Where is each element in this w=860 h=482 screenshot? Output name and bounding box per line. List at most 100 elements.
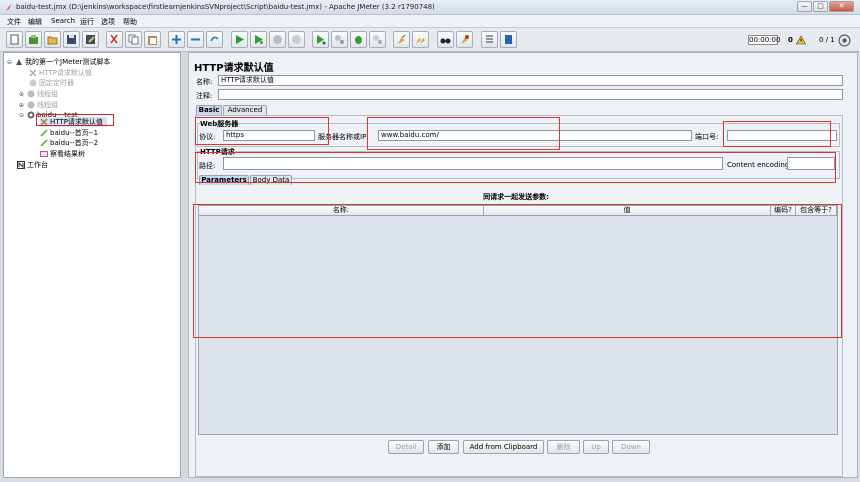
annotation-highlight-parameters — [193, 204, 842, 338]
paste-button[interactable] — [144, 31, 161, 48]
save-as-icon — [86, 35, 95, 44]
tree-expander[interactable]: ⊕ — [19, 91, 25, 98]
tree-node-test-plan[interactable]: ⊖ 我的第一个JMeter测试脚本 — [7, 57, 110, 67]
save-as-button[interactable] — [82, 31, 99, 48]
play-no-pause-icon — [255, 35, 263, 44]
tab-advanced[interactable]: Advanced — [223, 105, 267, 115]
config-icon — [29, 69, 37, 77]
menu-file[interactable]: 文件 — [7, 17, 21, 27]
help-button[interactable] — [500, 31, 517, 48]
tree-node-http-defaults-disabled[interactable]: HTTP请求默认值 — [29, 68, 92, 78]
start-button[interactable] — [231, 31, 248, 48]
tree-node-thread-group-2[interactable]: ⊕ 线程组 — [19, 100, 58, 110]
maximize-button[interactable]: □ — [813, 1, 828, 12]
annotation-highlight-http-request — [195, 152, 836, 183]
warning-icon[interactable] — [796, 35, 806, 45]
up-button[interactable]: Up — [583, 440, 609, 454]
templates-icon — [29, 35, 38, 44]
minus-icon — [191, 38, 200, 41]
page-title: HTTP请求默认值 — [194, 63, 274, 74]
clear-all-button[interactable] — [412, 31, 429, 48]
menu-edit[interactable]: 编辑 — [28, 17, 42, 27]
annotation-highlight-protocol — [195, 117, 329, 145]
tab-basic[interactable]: Basic — [196, 105, 222, 115]
tree-expander[interactable]: ⊖ — [7, 59, 13, 66]
delete-button[interactable]: 删除 — [547, 440, 580, 454]
function-helper-button[interactable] — [481, 31, 498, 48]
thread-group-icon — [27, 90, 35, 98]
start-no-pauses-button[interactable] — [250, 31, 267, 48]
copy-button[interactable] — [125, 31, 142, 48]
list-icon — [486, 35, 493, 43]
collapse-all-button[interactable] — [187, 31, 204, 48]
tree-expander[interactable]: ⊖ — [19, 112, 25, 119]
shutdown-icon — [292, 35, 301, 44]
save-icon — [67, 35, 76, 44]
save-button[interactable] — [63, 31, 80, 48]
status-globe-icon — [838, 34, 851, 47]
stop-icon — [273, 35, 282, 44]
close-button[interactable]: ✕ — [829, 1, 854, 12]
thread-group-icon — [27, 101, 35, 109]
name-field[interactable]: HTTP请求默认值 — [218, 75, 843, 86]
paste-icon — [148, 36, 157, 45]
open-button[interactable] — [44, 31, 61, 48]
cut-button[interactable] — [106, 31, 123, 48]
workbench-icon — [17, 161, 25, 169]
detail-button[interactable]: Detail — [388, 440, 424, 454]
plus-icon — [172, 35, 181, 44]
remote-shutdown-button[interactable] — [350, 31, 367, 48]
tree-node-workbench[interactable]: 工作台 — [17, 160, 48, 170]
port-label: 端口号: — [695, 133, 719, 141]
stop-button[interactable] — [269, 31, 286, 48]
scissors-icon — [110, 34, 118, 44]
clear-button[interactable] — [393, 31, 410, 48]
remote-exit-icon — [373, 35, 382, 44]
menu-help[interactable]: 帮助 — [123, 17, 137, 27]
reset-search-button[interactable] — [456, 31, 473, 48]
templates-button[interactable] — [25, 31, 42, 48]
down-button[interactable]: Down — [612, 440, 650, 454]
open-folder-icon — [47, 36, 58, 45]
tree-node-results-tree[interactable]: 察看结果树 — [40, 149, 85, 159]
remote-stop-icon — [335, 35, 344, 44]
warning-count: 0 — [788, 36, 793, 44]
listener-icon — [40, 151, 48, 157]
toggle-button[interactable] — [206, 31, 223, 48]
menu-run[interactable]: 运行 — [80, 17, 94, 27]
new-button[interactable] — [6, 31, 23, 48]
remote-start-button[interactable] — [312, 31, 329, 48]
search-button[interactable] — [437, 31, 454, 48]
reset-search-icon — [461, 35, 469, 44]
tree-node-sampler-1[interactable]: baidu--首页--1 — [40, 128, 98, 138]
remote-exit-button[interactable] — [369, 31, 386, 48]
tree-node-label: HTTP请求默认值 — [39, 69, 92, 77]
tree-node-label: 线程组 — [37, 90, 58, 98]
comment-label: 注释: — [196, 92, 213, 100]
minimize-button[interactable]: — — [797, 1, 812, 12]
tree-node-label: 固定定时器 — [39, 79, 74, 87]
thread-count: 0 / 1 — [819, 36, 835, 44]
sampler-icon — [40, 129, 48, 137]
tree-node-constant-timer[interactable]: 固定定时器 — [29, 78, 74, 88]
menu-search[interactable]: Search — [51, 17, 75, 25]
tree-node-label: 我的第一个JMeter测试脚本 — [25, 58, 111, 66]
split-pane-divider[interactable] — [182, 52, 187, 478]
new-file-icon — [10, 34, 19, 45]
add-from-clipboard-button[interactable]: Add from Clipboard — [463, 440, 544, 454]
expand-all-button[interactable] — [168, 31, 185, 48]
window-title: baidu-test.jmx (D:\jenkins\workspace\fir… — [16, 3, 435, 11]
tree-node-sampler-2[interactable]: baidu--首页--2 — [40, 138, 98, 148]
comment-field[interactable] — [218, 89, 843, 100]
tree-node-thread-group-1[interactable]: ⊕ 线程组 — [19, 89, 58, 99]
add-button[interactable]: 添加 — [428, 440, 459, 454]
annotation-highlight-server — [367, 117, 560, 150]
remote-stop-button[interactable] — [331, 31, 348, 48]
thread-group-icon — [27, 111, 35, 119]
tree-expander[interactable]: ⊕ — [19, 102, 25, 109]
menu-options[interactable]: 选项 — [101, 17, 115, 27]
tree-node-label: baidu--首页--2 — [50, 139, 99, 147]
play-icon — [236, 35, 244, 44]
test-plan-icon — [16, 59, 22, 65]
shutdown-button[interactable] — [288, 31, 305, 48]
